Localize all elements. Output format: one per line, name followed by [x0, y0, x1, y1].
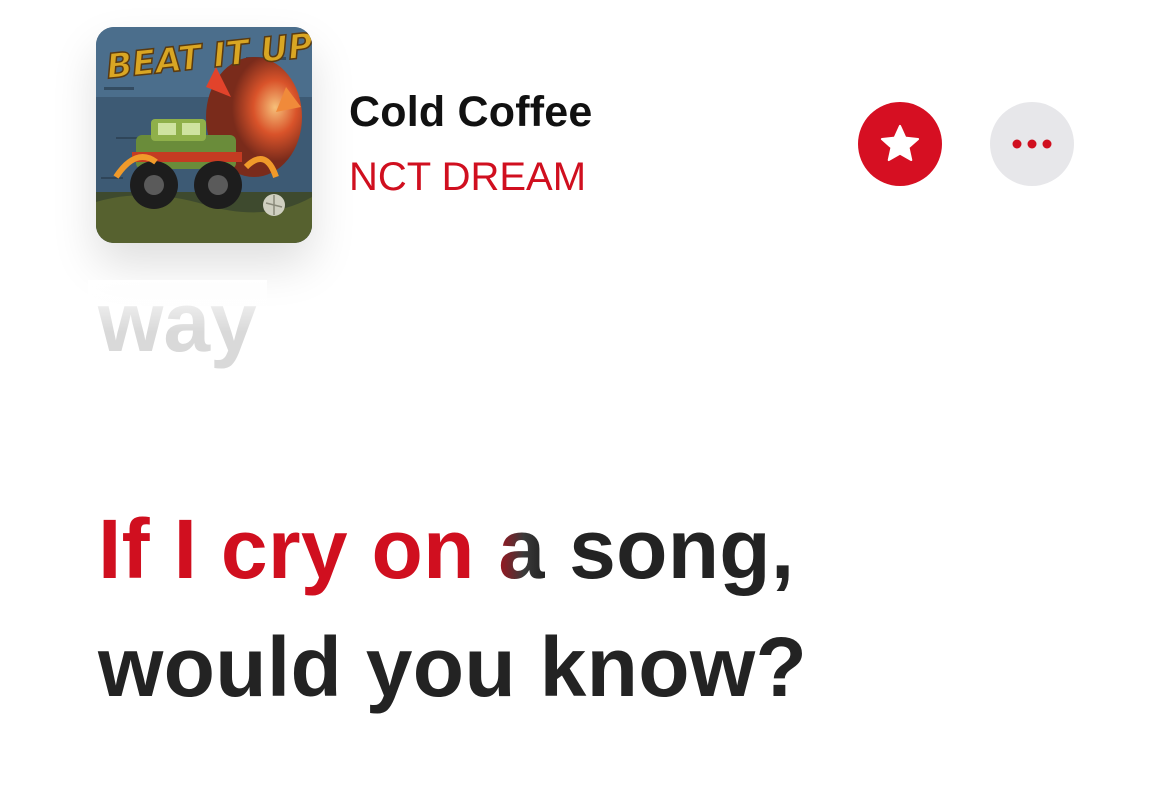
current-lyric-line[interactable]: If I cry on a song, would you know?	[98, 490, 807, 726]
lyric-word: on	[371, 502, 475, 596]
lyric-word: I	[173, 502, 198, 596]
current-lyric-second-line: would you know?	[98, 620, 808, 714]
favorite-button[interactable]	[858, 102, 942, 186]
lyric-word: song,	[569, 502, 795, 596]
star-icon	[880, 124, 920, 162]
lyrics-screen: BEAT IT UP Cold Coffee NCT DREAM way If …	[0, 0, 1170, 796]
ellipsis-icon	[1012, 139, 1052, 149]
more-options-button[interactable]	[990, 102, 1074, 186]
song-title[interactable]: Cold Coffee	[349, 88, 592, 137]
previous-lyric-line[interactable]: way	[88, 280, 267, 364]
lyric-word: a	[498, 502, 546, 596]
album-artwork[interactable]: BEAT IT UP	[96, 27, 312, 243]
lyric-word: If	[98, 502, 150, 596]
current-lyric-first-line: If I cry on a song,	[98, 490, 807, 608]
album-artwork-image: BEAT IT UP	[96, 27, 312, 243]
artist-name[interactable]: NCT DREAM	[349, 155, 586, 200]
lyric-word: cry	[220, 502, 348, 596]
